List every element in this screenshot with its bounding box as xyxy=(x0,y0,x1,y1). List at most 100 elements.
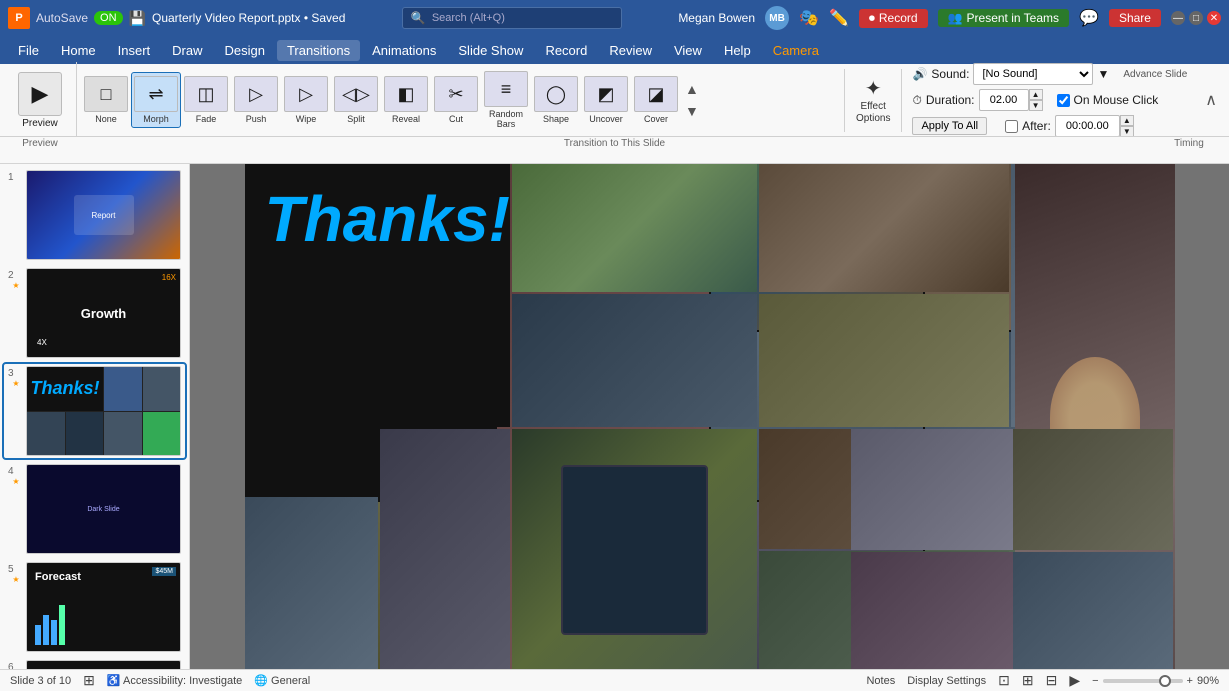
ribbon-collapse: ∧ xyxy=(1197,86,1225,114)
split-icon: ◁▷ xyxy=(342,84,370,105)
slide3-c4 xyxy=(66,412,104,456)
photo-face-large xyxy=(497,164,709,669)
slide-num-5: 5 xyxy=(8,564,24,575)
record-button[interactable]: ⏺ Record xyxy=(859,9,928,28)
slide-img-1: Report xyxy=(26,170,181,260)
apply-to-all-button[interactable]: Apply To All xyxy=(912,117,987,135)
autosave-toggle[interactable]: ON xyxy=(94,11,123,25)
zoom-out-button[interactable]: − xyxy=(1092,675,1098,687)
sound-select[interactable]: [No Sound] xyxy=(973,63,1093,85)
menu-home[interactable]: Home xyxy=(51,40,106,61)
transition-random-bars[interactable]: ≡ Random Bars xyxy=(481,68,531,132)
view-normal-icon[interactable]: ⊡ xyxy=(998,672,1010,689)
ribbon: ▶ Preview □ None ⇌ Morph ◫ Fade ▷ xyxy=(0,64,1229,164)
menu-record[interactable]: Record xyxy=(535,40,597,61)
bar-2 xyxy=(43,615,49,645)
menu-help[interactable]: Help xyxy=(714,40,761,61)
zoom-in-button[interactable]: + xyxy=(1187,675,1193,687)
title-bar-center: 🔍 Search (Alt+Q) xyxy=(402,7,622,29)
close-button[interactable]: ✕ xyxy=(1207,11,1221,25)
menu-design[interactable]: Design xyxy=(215,40,275,61)
cut-icon: ✂ xyxy=(448,84,463,105)
share-button[interactable]: Share xyxy=(1109,9,1161,27)
comments-icon[interactable]: 💬 xyxy=(1079,8,1099,28)
none-label: None xyxy=(95,114,117,124)
scroll-down-button[interactable]: ▼ xyxy=(683,101,701,121)
apply-after-row: Apply To All After: ▲ ▼ xyxy=(912,115,1187,137)
photo-desk-person xyxy=(711,502,923,670)
cut-label: Cut xyxy=(449,114,463,124)
view-slide-sorter-icon[interactable]: ⊞ xyxy=(1022,672,1034,689)
zoom-slider[interactable] xyxy=(1103,679,1183,683)
menu-review[interactable]: Review xyxy=(599,40,662,61)
transition-shape[interactable]: ◯ Shape xyxy=(531,73,581,127)
display-settings-button[interactable]: Display Settings xyxy=(907,675,986,687)
advance-slide-label: Advance Slide xyxy=(1123,69,1187,80)
search-box[interactable]: 🔍 Search (Alt+Q) xyxy=(402,7,622,29)
slide-thumb-1[interactable]: 1 Report xyxy=(4,168,185,262)
fade-icon: ◫ xyxy=(197,84,214,105)
user-avatar[interactable]: MB xyxy=(765,6,789,30)
transition-uncover[interactable]: ◩ Uncover xyxy=(581,73,631,127)
menu-draw[interactable]: Draw xyxy=(162,40,212,61)
menu-view[interactable]: View xyxy=(664,40,712,61)
split-thumb: ◁▷ xyxy=(334,76,378,112)
transition-cover[interactable]: ◪ Cover xyxy=(631,73,681,127)
bar-4 xyxy=(59,605,65,645)
slide-img-5: Forecast $45M xyxy=(26,562,181,652)
slide-img-2: Growth 16X 4X xyxy=(26,268,181,358)
after-up-button[interactable]: ▲ xyxy=(1120,115,1134,126)
after-input[interactable] xyxy=(1055,115,1120,137)
transition-reveal[interactable]: ◧ Reveal xyxy=(381,73,431,127)
menu-slideshow[interactable]: Slide Show xyxy=(448,40,533,61)
accessibility-label[interactable]: ♿ Accessibility: Investigate xyxy=(107,674,242,687)
minimize-button[interactable]: — xyxy=(1171,11,1185,25)
slide-thumb-3[interactable]: 3 ★ Thanks! xyxy=(4,364,185,458)
slide-thumb-4[interactable]: 4 ★ Dark Slide xyxy=(4,462,185,556)
duration-down-button[interactable]: ▼ xyxy=(1029,100,1043,111)
duration-input[interactable] xyxy=(979,89,1029,111)
transition-none[interactable]: □ None xyxy=(81,73,131,127)
reveal-label: Reveal xyxy=(392,114,420,124)
cover-icon: ◪ xyxy=(647,84,664,105)
slide-thumb-5[interactable]: 5 ★ Forecast $45M xyxy=(4,560,185,654)
pen-icon[interactable]: ✏️ xyxy=(829,8,849,28)
photo-meeting-overhead xyxy=(711,164,923,330)
menu-camera[interactable]: Camera xyxy=(763,40,829,61)
on-mouse-click-checkbox[interactable] xyxy=(1057,94,1070,107)
transitions-list: □ None ⇌ Morph ◫ Fade ▷ Push ▷ Wipe xyxy=(77,66,844,134)
slide3-content: Thanks! xyxy=(27,367,180,455)
slide-thumb-2[interactable]: 2 ★ Growth 16X 4X xyxy=(4,266,185,360)
present-button[interactable]: 👥 Present in Teams xyxy=(938,9,1069,27)
notes-button[interactable]: Notes xyxy=(866,675,895,687)
ribbon-icon[interactable]: 🎭 xyxy=(799,8,819,28)
scroll-up-button[interactable]: ▲ xyxy=(683,79,701,99)
transition-morph[interactable]: ⇌ Morph xyxy=(131,72,181,128)
duration-up-button[interactable]: ▲ xyxy=(1029,89,1043,100)
menu-animations[interactable]: Animations xyxy=(362,40,446,61)
maximize-button[interactable]: □ xyxy=(1189,11,1203,25)
transition-push[interactable]: ▷ Push xyxy=(231,73,281,127)
save-icon[interactable]: 💾 xyxy=(129,10,146,27)
preview-button[interactable]: ▶ Preview xyxy=(12,66,68,135)
thanks-text: Thanks! xyxy=(265,182,495,251)
none-icon: □ xyxy=(101,84,112,105)
menu-insert[interactable]: Insert xyxy=(108,40,161,61)
morph-thumb: ⇌ xyxy=(134,76,178,112)
ribbon-collapse-button[interactable]: ∧ xyxy=(1201,90,1221,110)
transition-wipe[interactable]: ▷ Wipe xyxy=(281,73,331,127)
menu-transitions[interactable]: Transitions xyxy=(277,40,360,61)
transition-split[interactable]: ◁▷ Split xyxy=(331,73,381,127)
transition-fade[interactable]: ◫ Fade xyxy=(181,73,231,127)
menu-file[interactable]: File xyxy=(8,40,49,61)
view-slideshow-icon[interactable]: ▶ xyxy=(1069,672,1080,689)
transition-cut[interactable]: ✂ Cut xyxy=(431,73,481,127)
shape-thumb: ◯ xyxy=(534,76,578,112)
after-checkbox[interactable] xyxy=(1005,120,1018,133)
effect-options-button[interactable]: ✦ EffectOptions xyxy=(853,73,893,128)
slide-layout-icon[interactable]: ⊞ xyxy=(83,672,95,689)
photo-person-laptop xyxy=(925,332,1175,500)
photo-inner-2 xyxy=(925,164,1175,330)
view-reading-icon[interactable]: ⊟ xyxy=(1046,672,1058,689)
slide-thumb-6[interactable]: 6 Review xyxy=(4,658,185,669)
